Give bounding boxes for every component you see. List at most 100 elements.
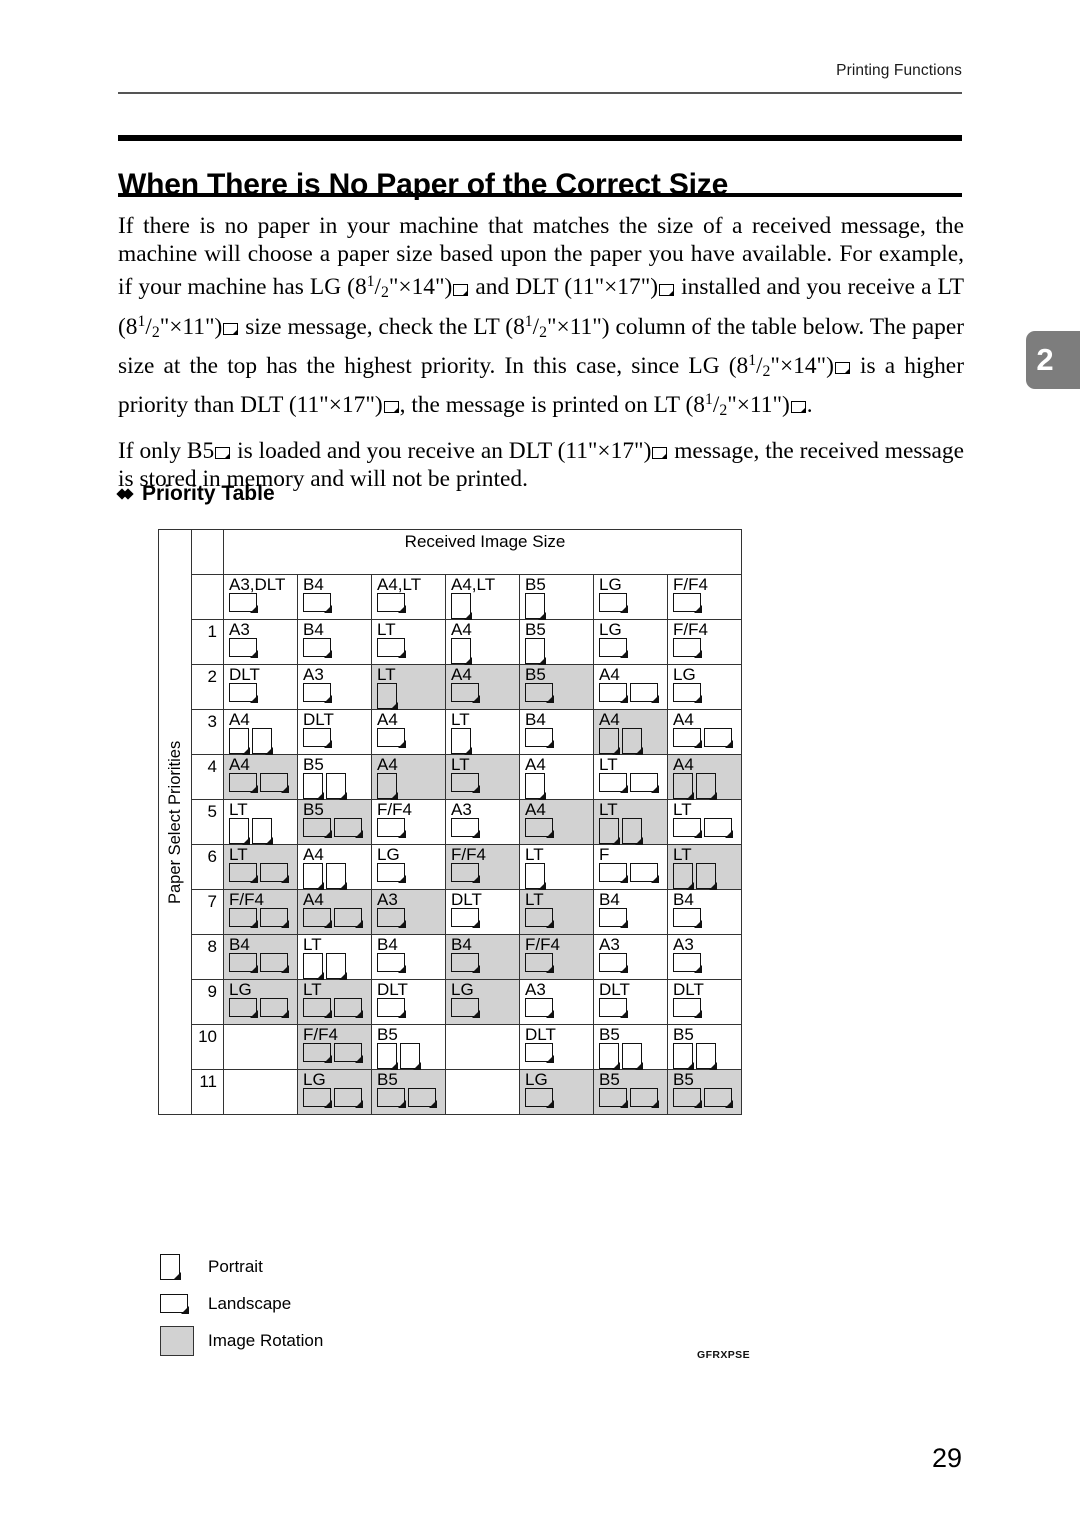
landscape-page-icon — [599, 773, 628, 793]
landscape-page-icon — [599, 683, 628, 703]
landscape-page-icon — [599, 998, 628, 1018]
landscape-page-icon — [599, 1088, 628, 1108]
priority-cell: B5 — [667, 1069, 742, 1115]
landscape-page-icon — [599, 863, 628, 883]
landscape-page-icon — [790, 401, 806, 414]
priority-cell: DLT — [519, 1024, 594, 1070]
landscape-page-icon — [377, 908, 406, 928]
portrait-page-icon — [252, 728, 273, 755]
para1-seg-b: "×14") — [388, 274, 453, 301]
icon-group — [303, 1043, 371, 1067]
column-header: B4 — [297, 574, 372, 620]
body-text: If there is no paper in your machine tha… — [118, 212, 964, 505]
icon-group — [599, 953, 667, 977]
portrait-page-icon — [696, 1043, 717, 1070]
priority-rank: 2 — [191, 664, 224, 710]
paragraph-1: If there is no paper in your machine tha… — [118, 212, 964, 425]
portrait-page-icon — [599, 818, 620, 845]
priority-cell-label: F — [599, 845, 610, 864]
portrait-page-icon — [303, 773, 324, 800]
landscape-page-icon — [229, 773, 258, 793]
priority-cell-label: LG — [673, 665, 696, 684]
priority-cell: A4 — [519, 799, 594, 845]
section-heading-label: Priority Table — [142, 482, 275, 505]
icon-group — [303, 638, 371, 662]
landscape-page-icon — [630, 683, 659, 703]
landscape-page-icon — [260, 998, 289, 1018]
landscape-page-icon — [659, 283, 675, 296]
landscape-page-icon — [260, 953, 289, 973]
landscape-page-icon — [303, 908, 332, 928]
priority-cell: B4 — [223, 934, 298, 980]
priority-cell-label: DLT — [303, 710, 334, 729]
title-rule-bottom — [118, 193, 962, 197]
icon-group — [673, 773, 741, 800]
priority-cell-label: LT — [229, 845, 248, 864]
row-axis-cell: Paper Select Priorities — [158, 529, 192, 1115]
portrait-page-icon — [525, 593, 546, 620]
table-row: 6 LT A4 LG F/F4 LT F LT — [159, 844, 742, 890]
landscape-page-icon — [303, 728, 332, 748]
landscape-page-icon — [451, 863, 480, 883]
priority-cell-label: B4 — [599, 890, 620, 909]
priority-cell-label: LT — [377, 620, 396, 639]
priority-cell-label: A4 — [303, 890, 324, 909]
priority-cell-label: F/F4 — [303, 1025, 338, 1044]
priority-cell: LT — [519, 889, 594, 935]
priority-cell: DLT — [297, 709, 372, 755]
priority-cell-label: A4 — [451, 620, 472, 639]
priority-cell: LT — [667, 799, 742, 845]
priority-cell-label — [451, 1072, 519, 1087]
priority-cell-label: B5 — [525, 620, 546, 639]
legend-label: Landscape — [208, 1293, 292, 1313]
icon-group — [377, 818, 445, 842]
portrait-page-icon — [451, 728, 472, 755]
portrait-page-icon — [622, 1043, 643, 1070]
icon-group — [451, 683, 519, 707]
icon-group — [451, 953, 519, 977]
icon-group — [673, 863, 741, 890]
landscape-page-icon — [377, 953, 406, 973]
landscape-page-icon — [453, 283, 469, 296]
priority-cell-label: B5 — [525, 665, 546, 684]
icon-group — [599, 638, 667, 662]
priority-cell-label: DLT — [229, 665, 260, 684]
priority-cell: LG — [297, 1069, 372, 1115]
icon-group — [229, 818, 297, 845]
landscape-page-icon — [451, 998, 480, 1018]
priority-cell: DLT — [445, 889, 520, 935]
landscape-page-icon — [673, 683, 702, 703]
landscape-page-icon — [303, 593, 332, 613]
landscape-page-icon — [673, 728, 702, 748]
priority-rank: 10 — [191, 1024, 224, 1070]
portrait-page-icon — [326, 953, 347, 980]
priority-cell-label: F/F4 — [229, 890, 264, 909]
priority-cell: LT — [593, 799, 668, 845]
priority-cell: DLT — [593, 979, 668, 1025]
priority-cell: B5 — [297, 754, 372, 800]
priority-rank: 7 — [191, 889, 224, 935]
landscape-page-icon — [377, 818, 406, 838]
portrait-page-icon — [160, 1253, 181, 1281]
landscape-page-icon — [229, 683, 258, 703]
portrait-page-icon — [622, 728, 643, 755]
landscape-page-icon — [673, 593, 702, 613]
priority-cell-label: A4 — [303, 845, 324, 864]
priority-cell-label: A4 — [377, 755, 398, 774]
priority-cell: F/F4 — [519, 934, 594, 980]
landscape-page-icon — [260, 908, 289, 928]
priority-cell: F/F4 — [667, 619, 742, 665]
priority-cell-label: A4 — [673, 755, 694, 774]
priority-cell-label: A4 — [599, 710, 620, 729]
landscape-page-icon — [260, 773, 289, 793]
para1-seg-c: and DLT (11"×17") — [469, 274, 659, 301]
icon-group — [525, 1088, 593, 1112]
icon-group — [377, 998, 445, 1022]
priority-cell: LT — [223, 799, 298, 845]
fraction-3: 1/2 — [524, 312, 547, 341]
priority-cell: A4 — [445, 664, 520, 710]
priority-cell: LG — [223, 979, 298, 1025]
priority-cell-label: A4 — [673, 710, 694, 729]
icon-group — [303, 728, 371, 752]
landscape-page-icon — [229, 593, 258, 613]
